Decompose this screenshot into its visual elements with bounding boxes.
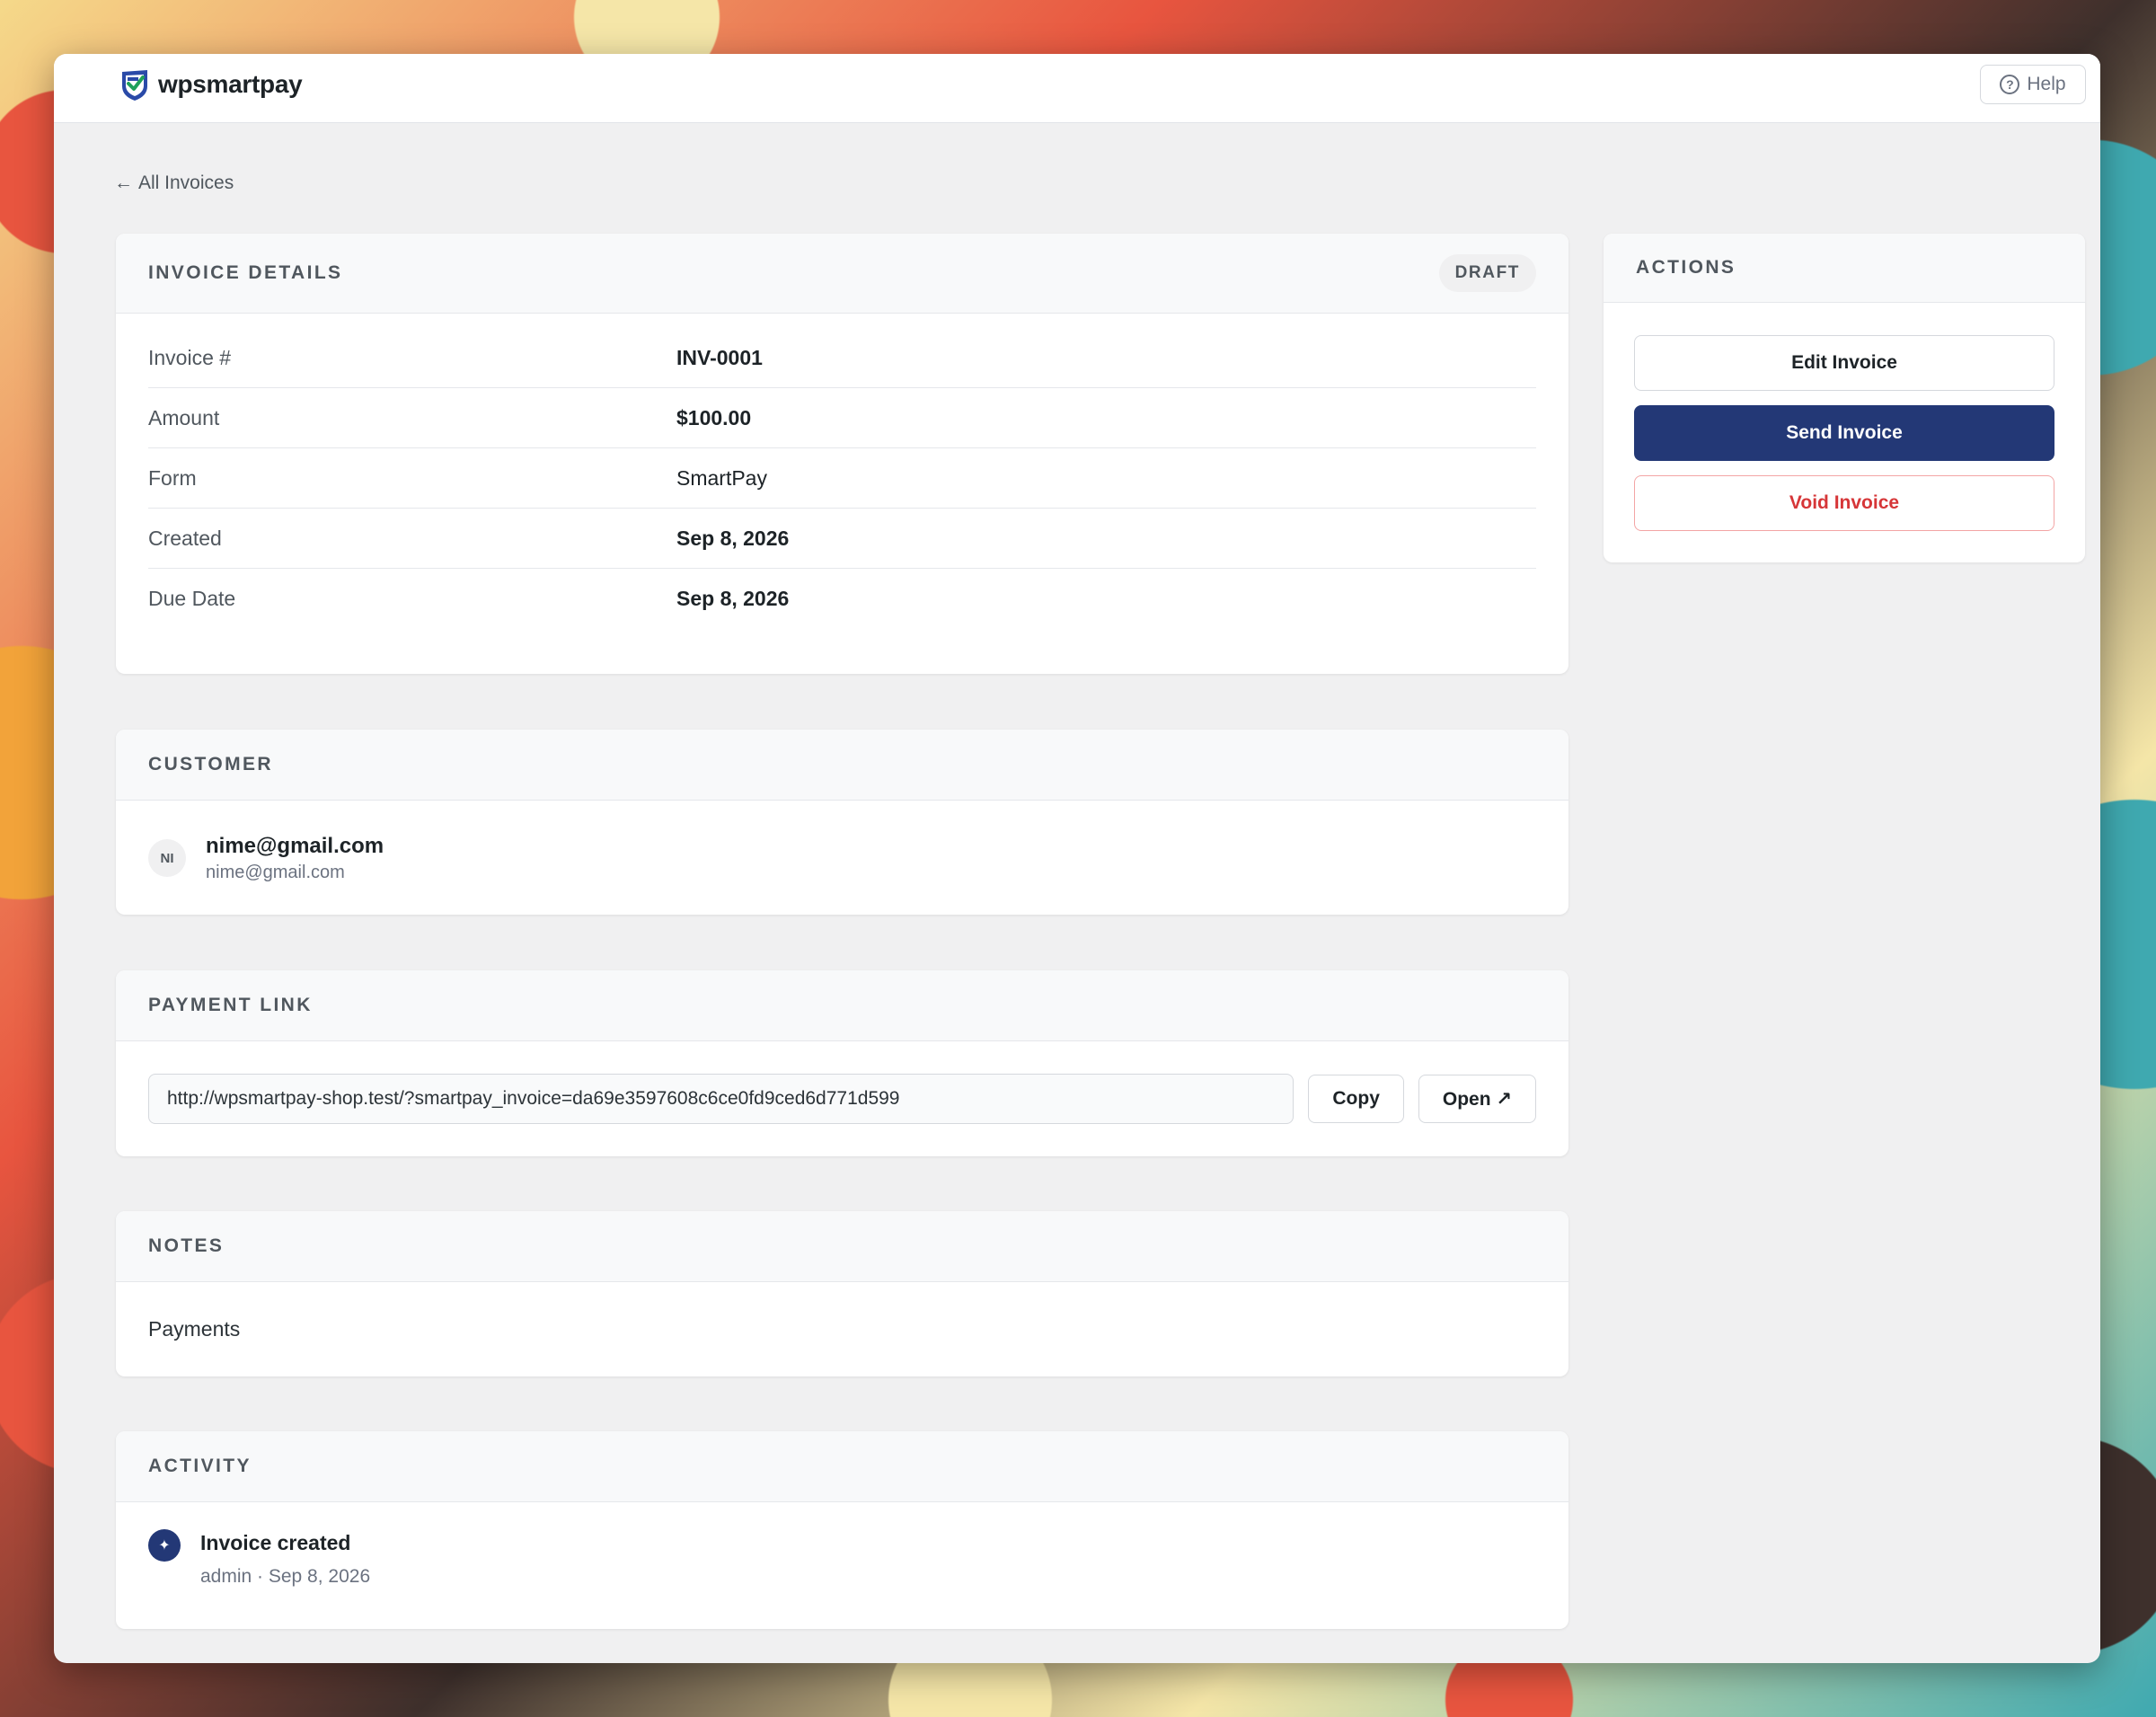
- customer-header: CUSTOMER: [116, 730, 1568, 801]
- actions-list: Edit Invoice Send Invoice Void Invoice: [1604, 303, 2085, 531]
- actions-card: ACTIONS Edit Invoice Send Invoice Void I…: [1604, 234, 2085, 562]
- detail-value: $100.00: [676, 405, 752, 429]
- wpsmartpay-logo-icon: [122, 70, 147, 101]
- brand[interactable]: wpsmartpay: [117, 66, 303, 102]
- brand-name: wpsmartpay: [158, 70, 303, 98]
- detail-value: Sep 8, 2026: [676, 526, 790, 550]
- actions-title: ACTIONS: [1636, 257, 1736, 278]
- activity-meta: admin · Sep 8, 2026: [200, 1566, 371, 1587]
- activity-title: ACTIVITY: [148, 1456, 252, 1476]
- payment-link-header: PAYMENT LINK: [116, 970, 1568, 1041]
- detail-label: Invoice #: [148, 345, 232, 369]
- detail-row-amount: Amount $100.00: [148, 388, 1536, 448]
- arrow-left-icon: ←: [114, 173, 133, 193]
- detail-label: Created: [148, 526, 222, 550]
- send-invoice-button[interactable]: Send Invoice: [1634, 405, 2054, 461]
- notes-title: NOTES: [148, 1235, 225, 1256]
- help-button[interactable]: ? Help: [1980, 65, 2086, 104]
- detail-row-invoice-number: Invoice # INV-0001: [148, 328, 1536, 388]
- activity-item: ✦ Invoice created admin · Sep 8, 2026: [116, 1502, 1568, 1588]
- activity-title-text: Invoice created: [200, 1531, 351, 1554]
- invoice-details-card: INVOICE DETAILS DRAFT Invoice # INV-0001…: [116, 234, 1568, 674]
- invoice-details-header: INVOICE DETAILS DRAFT: [116, 234, 1568, 314]
- activity-card: ACTIVITY ✦ Invoice created admin · Sep 8…: [116, 1431, 1568, 1629]
- actions-header: ACTIONS: [1604, 234, 2085, 303]
- help-circle-icon: ?: [2000, 75, 2020, 94]
- back-link-label: All Invoices: [138, 173, 234, 193]
- detail-value: Sep 8, 2026: [676, 587, 790, 610]
- void-invoice-button[interactable]: Void Invoice: [1634, 475, 2054, 531]
- customer-title: CUSTOMER: [148, 754, 273, 774]
- notes-text: Payments: [148, 1316, 241, 1341]
- customer-text: nime@gmail.com nime@gmail.com: [206, 834, 384, 883]
- detail-row-created: Created Sep 8, 2026: [148, 509, 1536, 569]
- detail-label: Amount: [148, 405, 220, 429]
- notes-header: NOTES: [116, 1211, 1568, 1282]
- customer-name: nime@gmail.com: [206, 833, 384, 858]
- copy-link-button[interactable]: Copy: [1308, 1075, 1404, 1123]
- avatar: NI: [148, 839, 186, 877]
- payment-link-input[interactable]: [148, 1074, 1294, 1124]
- app-window: wpsmartpay ? Help ← All Invoices INVOICE…: [54, 54, 2100, 1663]
- status-badge: DRAFT: [1438, 254, 1536, 292]
- sparkle-icon: ✦: [148, 1529, 181, 1562]
- notes-card: NOTES Payments: [116, 1211, 1568, 1376]
- detail-value: SmartPay: [676, 465, 767, 490]
- customer-info: NI nime@gmail.com nime@gmail.com: [116, 801, 1568, 915]
- open-link-button[interactable]: Open ↗: [1418, 1075, 1536, 1123]
- invoice-details-list: Invoice # INV-0001 Amount $100.00 Form S…: [116, 314, 1568, 629]
- payment-link-row: Copy Open ↗: [116, 1041, 1568, 1156]
- detail-label: Due Date: [148, 587, 236, 610]
- payment-link-card: PAYMENT LINK Copy Open ↗: [116, 970, 1568, 1156]
- detail-label: Form: [148, 465, 197, 490]
- top-bar: wpsmartpay ? Help: [54, 54, 2100, 123]
- help-label: Help: [2027, 74, 2066, 94]
- detail-value: INV-0001: [676, 345, 763, 369]
- customer-card: CUSTOMER NI nime@gmail.com nime@gmail.co…: [116, 730, 1568, 915]
- payment-link-title: PAYMENT LINK: [148, 995, 313, 1015]
- customer-email: nime@gmail.com: [206, 862, 345, 882]
- invoice-details-title: INVOICE DETAILS: [148, 262, 343, 283]
- activity-text: Invoice created admin · Sep 8, 2026: [200, 1531, 370, 1588]
- back-to-invoices-link[interactable]: ← All Invoices: [114, 173, 234, 194]
- detail-row-due-date: Due Date Sep 8, 2026: [148, 569, 1536, 629]
- activity-header: ACTIVITY: [116, 1431, 1568, 1502]
- detail-row-form: Form SmartPay: [148, 448, 1536, 509]
- edit-invoice-button[interactable]: Edit Invoice: [1634, 335, 2054, 391]
